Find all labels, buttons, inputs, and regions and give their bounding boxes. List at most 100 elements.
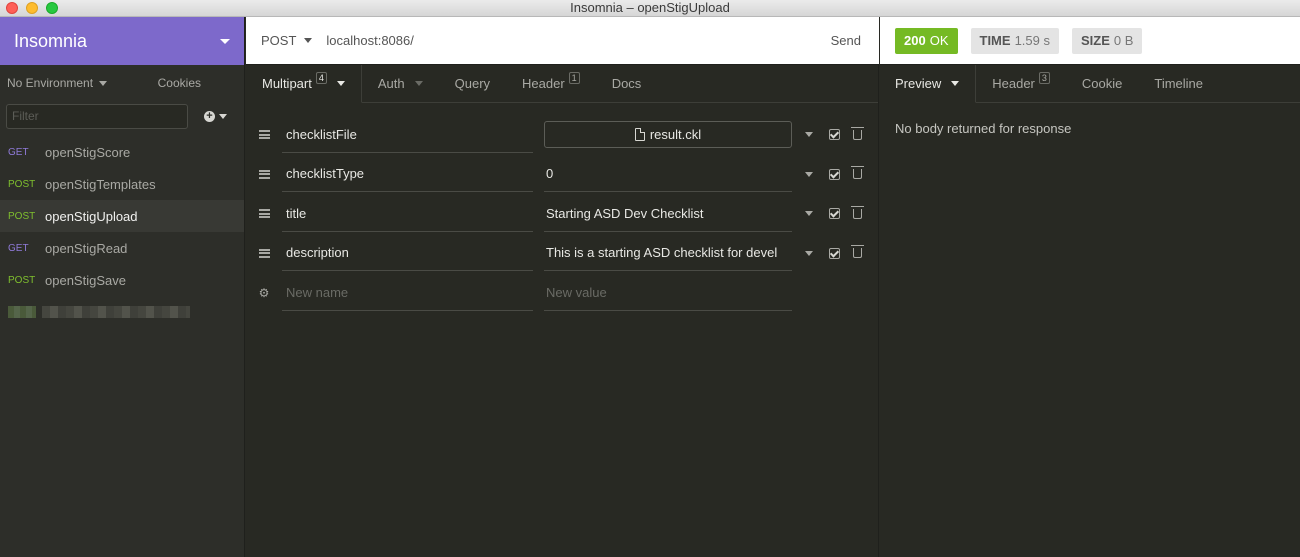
filter-input[interactable] bbox=[6, 103, 188, 129]
param-value-field[interactable]: 0 bbox=[544, 156, 792, 193]
row-actions bbox=[805, 166, 864, 180]
tab-response-header[interactable]: Header 3 bbox=[976, 65, 1066, 102]
url-input[interactable]: localhost:8086/ bbox=[326, 33, 830, 48]
row-actions bbox=[805, 205, 864, 220]
environment-row: No Environment Cookies bbox=[0, 65, 244, 101]
method-dropdown[interactable]: POST bbox=[261, 33, 313, 48]
tab-header[interactable]: Header 1 bbox=[506, 65, 596, 102]
workspace-dropdown[interactable]: Insomnia bbox=[0, 17, 244, 65]
request-tabs: Multipart 4 Auth Query Header 1 Docs bbox=[246, 65, 878, 103]
trash-icon[interactable] bbox=[851, 126, 864, 140]
cookies-button[interactable]: Cookies bbox=[158, 76, 201, 90]
drag-handle[interactable] bbox=[246, 209, 282, 219]
drag-handle-icon bbox=[258, 209, 270, 219]
param-type-dropdown[interactable] bbox=[805, 171, 813, 177]
tab-label: Auth bbox=[377, 76, 405, 91]
tab-timeline[interactable]: Timeline bbox=[1138, 65, 1219, 102]
status-text: OK bbox=[929, 33, 949, 48]
request-pane: Multipart 4 Auth Query Header 1 Docs che… bbox=[246, 65, 879, 557]
count-badge: 4 bbox=[315, 71, 327, 84]
param-type-dropdown[interactable] bbox=[805, 211, 813, 217]
request-item[interactable]: GET openStigScore bbox=[0, 136, 244, 168]
method-badge: GET bbox=[8, 146, 29, 158]
window-titlebar: Insomnia – openStigUpload bbox=[0, 0, 1300, 17]
param-name-field[interactable]: checklistType bbox=[282, 156, 533, 193]
param-settings[interactable]: ⚙ bbox=[246, 286, 282, 300]
tab-label: Preview bbox=[895, 76, 942, 91]
file-name: result.ckl bbox=[649, 127, 702, 143]
tab-preview[interactable]: Preview bbox=[880, 65, 977, 103]
param-type-dropdown[interactable] bbox=[805, 250, 813, 256]
request-item[interactable]: POST openStigSave bbox=[0, 264, 244, 296]
tab-multipart[interactable]: Multipart 4 bbox=[246, 65, 362, 103]
method-badge: POST bbox=[8, 178, 36, 190]
sidebar: Insomnia No Environment Cookies + GET op… bbox=[0, 17, 245, 557]
status-code: 200 bbox=[904, 33, 926, 48]
trash-icon[interactable] bbox=[851, 245, 864, 259]
gear-icon: ⚙ bbox=[258, 285, 270, 300]
chevron-down-icon bbox=[220, 38, 230, 44]
param-name-field[interactable]: title bbox=[282, 196, 533, 232]
enable-checkbox-icon[interactable] bbox=[829, 168, 840, 180]
choose-file-button[interactable]: result.ckl bbox=[544, 121, 792, 149]
time-label: TIME bbox=[979, 33, 1011, 48]
environment-label: No Environment bbox=[7, 76, 94, 90]
param-type-dropdown[interactable] bbox=[805, 132, 813, 138]
enable-checkbox-icon[interactable] bbox=[829, 247, 840, 259]
count-badge: 3 bbox=[1038, 71, 1050, 84]
trash-icon[interactable] bbox=[851, 205, 864, 219]
time-badge: TIME 1.59 s bbox=[970, 27, 1059, 54]
drag-handle[interactable] bbox=[246, 248, 282, 258]
request-item[interactable]: GET openStigRead bbox=[0, 232, 244, 264]
environment-dropdown[interactable]: No Environment bbox=[7, 76, 158, 90]
tab-label: Cookie bbox=[1081, 76, 1123, 91]
add-request-button[interactable]: + bbox=[204, 110, 227, 122]
new-name-field[interactable]: New name bbox=[282, 275, 533, 311]
request-item-active[interactable]: POST openStigUpload bbox=[0, 200, 244, 232]
method-badge: GET bbox=[8, 242, 29, 254]
method-badge: POST bbox=[8, 274, 36, 286]
status-badge: 200 OK bbox=[895, 27, 958, 54]
send-button[interactable]: Send bbox=[831, 33, 861, 48]
size-badge: SIZE 0 B bbox=[1071, 27, 1143, 54]
enable-checkbox-icon[interactable] bbox=[829, 208, 840, 220]
trash-icon[interactable] bbox=[851, 166, 864, 180]
drag-handle[interactable] bbox=[246, 169, 282, 179]
chevron-down-icon bbox=[336, 81, 345, 86]
request-name: openStigScore bbox=[45, 144, 131, 160]
tab-cookie[interactable]: Cookie bbox=[1066, 65, 1138, 102]
response-body: No body returned for response bbox=[895, 121, 1072, 136]
response-tabs: Preview Header 3 Cookie Timeline bbox=[880, 65, 1300, 103]
redacted-request-item[interactable] bbox=[0, 296, 244, 328]
drag-handle-icon bbox=[258, 130, 270, 140]
tab-label: Query bbox=[454, 76, 491, 91]
tab-query[interactable]: Query bbox=[439, 65, 506, 102]
method-label: POST bbox=[261, 33, 297, 48]
response-pane: Preview Header 3 Cookie Timeline No body… bbox=[880, 65, 1300, 557]
tab-docs[interactable]: Docs bbox=[596, 65, 658, 102]
filter-row: + bbox=[0, 101, 244, 131]
param-row: description This is a starting ASD check… bbox=[246, 234, 878, 274]
new-value-field[interactable]: New value bbox=[544, 275, 792, 311]
param-name-field[interactable]: description bbox=[282, 235, 533, 272]
param-row: title Starting ASD Dev Checklist bbox=[246, 194, 878, 234]
request-item[interactable]: POST openStigTemplates bbox=[0, 168, 244, 200]
param-row: checklistType 0 bbox=[246, 155, 878, 195]
drag-handle-icon bbox=[258, 248, 270, 258]
size-label: SIZE bbox=[1080, 33, 1110, 48]
param-name-field[interactable]: checklistFile bbox=[282, 117, 533, 153]
tab-auth[interactable]: Auth bbox=[362, 65, 439, 102]
size-value: 0 B bbox=[1113, 33, 1134, 48]
request-name: openStigTemplates bbox=[45, 176, 156, 192]
redacted-name bbox=[42, 306, 190, 318]
enable-checkbox-icon[interactable] bbox=[829, 129, 840, 141]
window-title: Insomnia – openStigUpload bbox=[570, 0, 730, 15]
param-value-field[interactable]: This is a starting ASD checklist for dev… bbox=[544, 235, 792, 272]
drag-handle-icon bbox=[258, 169, 270, 179]
drag-handle[interactable] bbox=[246, 130, 282, 140]
count-badge: 1 bbox=[568, 71, 580, 84]
param-value-field[interactable]: Starting ASD Dev Checklist bbox=[544, 196, 792, 232]
method-badge: POST bbox=[8, 210, 36, 222]
tab-label: Docs bbox=[611, 76, 642, 91]
multipart-params: checklistFile result.ckl checklistType 0 bbox=[246, 103, 878, 313]
